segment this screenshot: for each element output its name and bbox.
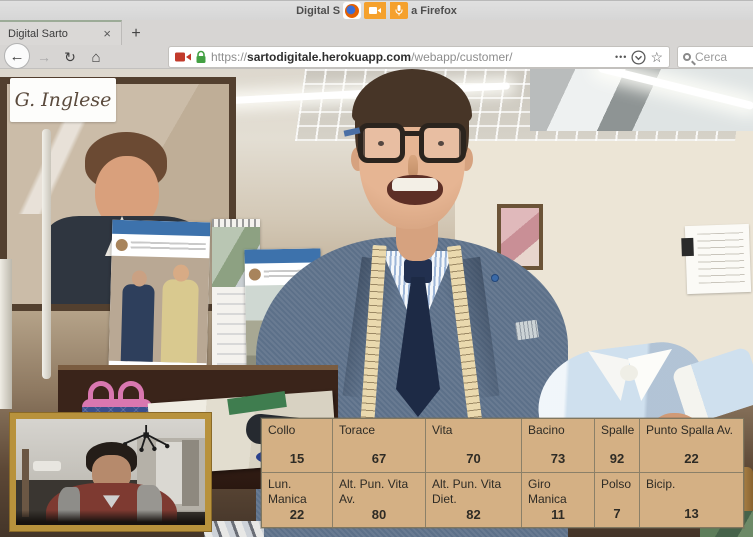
clothes-pile [204,521,264,537]
measurement-cell-bicip: Bicip. 13 [640,473,743,527]
garment-rack-pole [42,129,51,379]
firefox-icon [343,2,361,19]
url-path: /webapp/customer/ [411,50,512,64]
measurement-label: Bacino [528,423,588,438]
microphone-sharing-icon[interactable] [390,2,408,19]
measurement-label: Polso [601,477,633,492]
measurement-cell-torace: Torace 67 [333,419,426,473]
instagram-photo-two-men [109,256,210,364]
measurement-cell-polso: Polso 7 [595,473,640,527]
tab-close-icon[interactable]: × [101,26,113,41]
url-text[interactable]: https://sartodigitale.herokuapp.com/weba… [211,50,611,64]
padlock-icon[interactable] [195,50,207,64]
measurement-value: 67 [339,451,419,466]
measurement-cell-punto-spalla: Punto Spalla Av. 22 [640,419,743,473]
glasses-right-lens [419,123,466,163]
profile-text-lines [131,241,206,251]
measurement-value: 73 [528,451,588,466]
forward-button[interactable]: → [34,45,54,69]
instagram-header-bar [244,248,320,263]
measurement-label: Lun. Manica [268,477,326,507]
new-tab-button[interactable]: + [123,23,149,45]
bookmark-star-icon[interactable]: ☆ [650,49,663,66]
measurement-label: Giro Manica [528,477,588,507]
screen-share-camera-icon[interactable] [175,51,191,63]
page-actions-icon[interactable]: ••• [615,52,627,62]
tab-bar: Digital Sarto × + [0,20,753,45]
measurement-label: Alt. Pun. Vita Diet. [432,477,515,507]
pocket-square [515,320,539,341]
measurement-value: 15 [268,451,326,466]
bag-pink-trim [82,399,152,407]
measurement-label: Collo [268,423,326,438]
measurement-cell-spalle: Spalle 92 [595,419,640,473]
measurement-cell-vita: Vita 70 [426,419,522,473]
search-input[interactable] [695,50,745,64]
measurement-value: 11 [528,507,588,522]
search-icon [683,53,691,61]
brand-logo: G. Inglese [10,78,116,122]
selfcam-shadow [16,510,205,525]
camera-sharing-icon[interactable] [364,2,386,19]
measurement-label: Spalle [601,423,633,438]
avatar [249,268,261,280]
navigation-toolbar: ← → ↻ ⌂ https://sartodigitale.herokuapp.… [0,45,753,69]
glasses-left-lens [358,123,405,163]
instagram-profile-row [111,234,210,259]
measurement-cell-alt-pun-vita-diet: Alt. Pun. Vita Diet. 82 [426,473,522,527]
measurement-cell-lun-manica: Lun. Manica 22 [262,473,333,527]
rack-pole-left [0,259,12,409]
search-box[interactable] [677,46,753,68]
calendar-spiral [212,219,260,227]
avatar [116,239,128,251]
measurement-label: Torace [339,423,419,438]
firefox-window: Digital S a Firefox Digital Sarto × + ← … [0,0,753,537]
man-cream-jacket [161,279,199,363]
measurement-value: 82 [432,507,515,522]
glasses-bridge [404,131,420,136]
measurement-cell-giro-manica: Giro Manica 11 [522,473,595,527]
window-title-right: a Firefox [411,5,457,17]
self-video-preview [10,413,211,531]
firefox-globe-icon [345,4,359,18]
measurement-label: Punto Spalla Av. [646,423,737,438]
url-domain: sartodigitale.herokuapp.com [247,50,411,64]
url-bar[interactable]: https://sartodigitale.herokuapp.com/weba… [168,46,670,68]
measurement-value: 7 [601,506,633,521]
measurement-cell-bacino: Bacino 73 [522,419,595,473]
tailor-teeth [392,178,438,191]
tab-digital-sarto[interactable]: Digital Sarto × [0,20,122,45]
remote-video-feed: #Checco2alone #pittiuomo [0,69,753,537]
tab-label: Digital Sarto [8,28,101,40]
url-protocol: https:// [211,50,247,64]
measurement-value: 80 [339,507,419,522]
window-title-left: Digital S [296,5,340,17]
man-navy-suit [121,284,155,362]
selfcam-curtain [182,440,199,506]
window-titlebar[interactable]: Digital S a Firefox [0,0,753,20]
measurement-label: Alt. Pun. Vita Av. [339,477,419,507]
measurements-table: Collo 15 Torace 67 Vita 70 Bacino 73 Spa… [261,418,744,528]
measurement-value: 92 [601,451,633,466]
measurement-label: Vita [432,423,515,438]
microphone-glyph [395,5,403,16]
measurement-value: 22 [646,451,737,466]
note-text-lines [697,232,745,284]
shirt-collar-band [620,365,638,381]
measurement-value: 70 [432,451,515,466]
measurement-cell-collo: Collo 15 [262,419,333,473]
back-button[interactable]: ← [4,43,30,69]
wall-note-paper [685,224,751,294]
measurement-value: 22 [268,507,326,522]
measurement-value: 13 [646,506,737,521]
measurement-label: Bicip. [646,477,737,492]
selfcam-air-conditioner [33,461,61,471]
pocket-icon[interactable] [631,50,646,65]
selfcam-door-frame [22,449,30,517]
lapel-pin [491,274,499,282]
measurement-cell-alt-pun-vita-av: Alt. Pun. Vita Av. 80 [333,473,426,527]
camera-glyph [369,6,381,15]
home-button[interactable]: ⌂ [86,45,106,69]
reload-button[interactable]: ↻ [60,45,80,69]
